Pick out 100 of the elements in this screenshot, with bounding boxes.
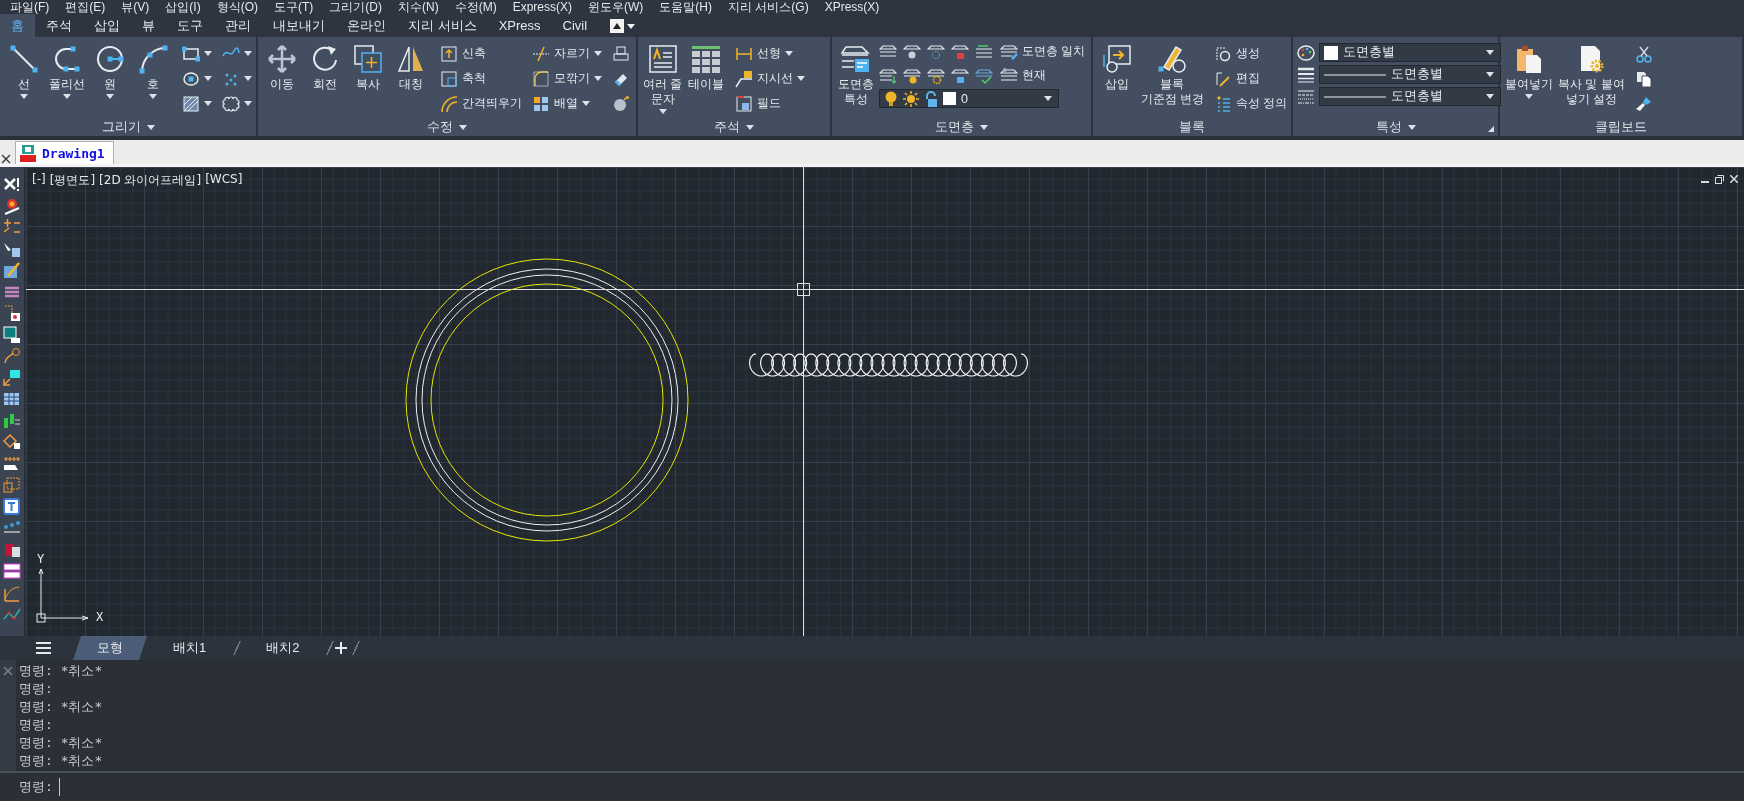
tool-button[interactable]: 원 bbox=[90, 41, 130, 101]
panel-title[interactable]: 수정 bbox=[427, 118, 453, 136]
tool-button[interactable]: 생성 bbox=[1212, 43, 1288, 64]
tool-button[interactable]: 호 bbox=[133, 41, 173, 101]
tool-button[interactable]: 여러 줄 문자 bbox=[642, 41, 684, 116]
tool-button[interactable]: 간격띄우기 bbox=[439, 93, 523, 114]
tool-button[interactable]: 블록 기준점 변경 bbox=[1140, 41, 1205, 109]
menu-item[interactable]: 삽입(I) bbox=[157, 0, 209, 14]
layout-tab[interactable]: 배치2 bbox=[242, 636, 324, 660]
tool-button[interactable]: 자르기 bbox=[531, 43, 603, 64]
tool-button[interactable]: 선 bbox=[4, 41, 44, 101]
ribbon-tab[interactable]: 홈 bbox=[0, 14, 35, 37]
viewport-control[interactable]: [평면도] bbox=[49, 172, 96, 189]
tool-button[interactable]: 이동 bbox=[262, 41, 302, 94]
viewport-control[interactable]: [-] bbox=[32, 172, 46, 189]
filled-square-icon[interactable] bbox=[3, 325, 21, 344]
menu-item[interactable]: 수정(M) bbox=[446, 0, 505, 14]
layer-sun-icon[interactable] bbox=[927, 66, 945, 85]
menu-item[interactable]: 형식(O) bbox=[208, 0, 266, 14]
layer-stack-icon[interactable] bbox=[879, 66, 897, 85]
layer-lock-icon[interactable] bbox=[951, 66, 969, 85]
text-frame-icon[interactable] bbox=[3, 497, 21, 516]
close-icon[interactable] bbox=[1, 154, 11, 164]
restore-icon[interactable] bbox=[1715, 175, 1724, 184]
curve-axis-icon[interactable] bbox=[3, 583, 21, 602]
menu-item[interactable]: 뷰(V) bbox=[113, 0, 158, 14]
x-mark-icon[interactable] bbox=[3, 175, 21, 193]
tool-button[interactable]: 폴리선 bbox=[47, 41, 87, 101]
tool-button[interactable]: 도면층 일치 bbox=[999, 41, 1087, 62]
ribbon-tab[interactable]: 내보내기 bbox=[262, 14, 336, 37]
tool-button[interactable]: 필드 bbox=[734, 93, 807, 114]
ribbon-tab[interactable]: 온라인 bbox=[336, 14, 397, 37]
tool-button[interactable]: 삽입 bbox=[1097, 41, 1137, 94]
property-dropdown[interactable]: 도면층별 bbox=[1319, 43, 1501, 62]
tool-button[interactable]: 복사 및 붙여 넣기 설정 bbox=[1557, 41, 1626, 109]
curve-node-icon[interactable] bbox=[3, 347, 21, 365]
menu-item[interactable]: 파일(F) bbox=[2, 0, 58, 14]
tool-button[interactable]: 편집 bbox=[1212, 68, 1288, 89]
diamond-icon[interactable] bbox=[3, 433, 21, 451]
viewport-control[interactable]: [2D 와이어프레임] bbox=[99, 172, 202, 189]
tool-button[interactable]: 현재 bbox=[999, 65, 1047, 86]
ribbon-tab[interactable]: 삽입 bbox=[83, 14, 131, 37]
panel-title[interactable]: 블록 bbox=[1179, 118, 1205, 136]
flame-icon[interactable] bbox=[3, 196, 21, 215]
tool-button[interactable]: 신축 bbox=[439, 43, 523, 64]
tool-button[interactable]: 선형 bbox=[734, 43, 807, 64]
layer-bulb-icon[interactable] bbox=[903, 42, 921, 61]
panel-title[interactable]: 주석 bbox=[714, 118, 740, 136]
property-dropdown[interactable]: 도면층별 bbox=[1319, 87, 1501, 106]
menu-item[interactable]: 도움말(H) bbox=[651, 0, 720, 14]
menu-icon[interactable] bbox=[36, 642, 51, 654]
block-corner-icon[interactable] bbox=[3, 368, 21, 387]
menu-item[interactable]: 윈도우(W) bbox=[580, 0, 652, 14]
plus-minus-icon[interactable] bbox=[3, 218, 21, 236]
panel-title[interactable]: 특성 bbox=[1375, 118, 1402, 136]
panel-title[interactable]: 그리기 bbox=[101, 118, 141, 136]
tool-button[interactable] bbox=[181, 93, 213, 114]
grid-card-icon[interactable] bbox=[3, 390, 21, 408]
layer-dropdown[interactable]: 0 bbox=[879, 89, 1059, 108]
tool-button[interactable]: 지시선 bbox=[734, 68, 807, 89]
tool-button[interactable] bbox=[611, 43, 631, 64]
menu-item[interactable]: 그리기(D) bbox=[321, 0, 390, 14]
ribbon-tab[interactable]: 도구 bbox=[166, 14, 214, 37]
panel-title[interactable]: 클립보드 bbox=[1595, 118, 1647, 136]
property-dropdown[interactable]: 도면층별 bbox=[1319, 65, 1501, 84]
pencil-grid-icon[interactable] bbox=[3, 261, 21, 279]
layer-check-icon[interactable] bbox=[975, 66, 993, 85]
ribbon-tab[interactable]: 뷰 bbox=[131, 14, 166, 37]
ribbon-tab[interactable]: 관리 bbox=[214, 14, 262, 37]
ribbon-tab[interactable]: 주석 bbox=[35, 14, 83, 37]
tool-button[interactable]: 배열 bbox=[531, 93, 603, 114]
tool-button[interactable]: 붙여넣기 bbox=[1504, 41, 1554, 101]
panel-title[interactable]: 도면층 bbox=[935, 118, 974, 136]
layer-sun-icon[interactable] bbox=[927, 42, 945, 61]
add-layout-icon[interactable] bbox=[335, 642, 348, 654]
tool-button[interactable] bbox=[611, 93, 631, 114]
menu-item[interactable]: XPress(X) bbox=[816, 0, 888, 14]
minimize-ribbon-icon[interactable] bbox=[610, 18, 637, 33]
layer-bulb-icon[interactable] bbox=[903, 66, 921, 85]
tool-button[interactable]: 축척 bbox=[439, 68, 523, 89]
layout-tab[interactable]: 배치1 bbox=[149, 636, 231, 660]
tool-button[interactable]: 도면층 특성 bbox=[836, 41, 876, 109]
document-tab[interactable]: Drawing1 bbox=[15, 141, 114, 164]
stacked-cards-icon[interactable] bbox=[3, 562, 21, 580]
menu-item[interactable]: 편집(E) bbox=[57, 0, 114, 14]
menu-item[interactable]: 치수(N) bbox=[390, 0, 447, 14]
tool-button[interactable]: 모깎기 bbox=[531, 68, 603, 89]
ribbon-tab[interactable]: XPress bbox=[487, 14, 552, 37]
ruler-icon[interactable] bbox=[3, 454, 21, 473]
tool-button[interactable]: 대칭 bbox=[391, 41, 431, 94]
dotted-card-icon[interactable] bbox=[3, 304, 21, 322]
menu-item[interactable]: 도구(T) bbox=[266, 0, 322, 14]
menu-item[interactable]: Express(X) bbox=[504, 0, 580, 14]
tool-button[interactable]: 회전 bbox=[305, 41, 345, 94]
layer-match-icon[interactable] bbox=[975, 42, 993, 61]
dialog-launcher-icon[interactable] bbox=[1488, 126, 1494, 132]
layer-lock-icon[interactable] bbox=[951, 42, 969, 61]
bar-chart-icon[interactable] bbox=[3, 411, 21, 430]
menu-item[interactable]: 지리 서비스(G) bbox=[720, 0, 817, 14]
tool-button[interactable]: 테이블 bbox=[686, 41, 727, 94]
